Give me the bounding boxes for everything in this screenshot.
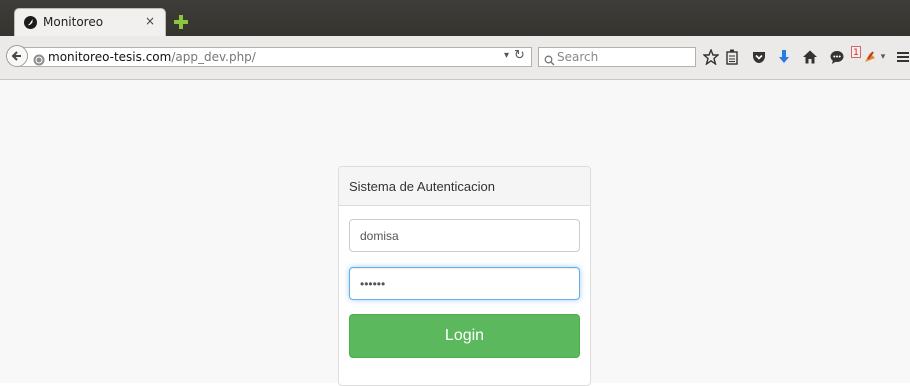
back-arrow-icon xyxy=(11,51,21,61)
reading-list-icon[interactable] xyxy=(723,48,741,66)
login-panel: Sistema de Autenticacion Login xyxy=(338,166,591,386)
password-input[interactable] xyxy=(349,267,580,300)
home-icon[interactable] xyxy=(801,48,819,66)
extension-dropdown-icon[interactable]: ▾ xyxy=(874,48,892,66)
search-icon xyxy=(544,51,555,70)
new-tab-plus-icon[interactable] xyxy=(174,15,188,29)
tab-title: Monitoreo xyxy=(43,15,104,29)
navigation-bar: monitoreo-tesis.com/app_dev.php/ ▾ ↻ 1 ▾ xyxy=(0,36,910,80)
reload-icon[interactable]: ↻ xyxy=(514,48,525,63)
chat-icon[interactable] xyxy=(828,48,846,66)
username-input[interactable] xyxy=(349,219,580,252)
url-history-dropdown-icon[interactable]: ▾ xyxy=(504,50,509,61)
site-identity-icon[interactable] xyxy=(33,51,45,66)
browser-tab[interactable]: Monitoreo × xyxy=(14,8,166,36)
notification-badge[interactable]: 1 xyxy=(851,46,861,58)
login-button[interactable]: Login xyxy=(349,314,580,358)
url-text[interactable]: monitoreo-tesis.com/app_dev.php/ xyxy=(48,50,256,64)
tab-close-icon[interactable]: × xyxy=(145,14,155,28)
symfony-favicon-icon xyxy=(24,16,37,29)
search-input[interactable] xyxy=(557,49,693,65)
pocket-icon[interactable] xyxy=(750,48,768,66)
tab-strip: Monitoreo × xyxy=(0,0,910,36)
search-bar[interactable] xyxy=(538,47,696,67)
url-path: /app_dev.php/ xyxy=(171,50,256,64)
bookmark-star-icon[interactable] xyxy=(702,48,720,66)
menu-icon[interactable] xyxy=(894,48,910,66)
panel-heading: Sistema de Autenticacion xyxy=(339,167,590,206)
page-content: Sistema de Autenticacion Login xyxy=(0,80,910,386)
download-icon[interactable] xyxy=(775,48,793,66)
url-host: monitoreo-tesis.com xyxy=(48,50,172,64)
panel-title: Sistema de Autenticacion xyxy=(349,179,495,194)
url-bar[interactable]: monitoreo-tesis.com/app_dev.php/ ▾ ↻ xyxy=(20,47,532,67)
back-button[interactable] xyxy=(6,45,28,67)
